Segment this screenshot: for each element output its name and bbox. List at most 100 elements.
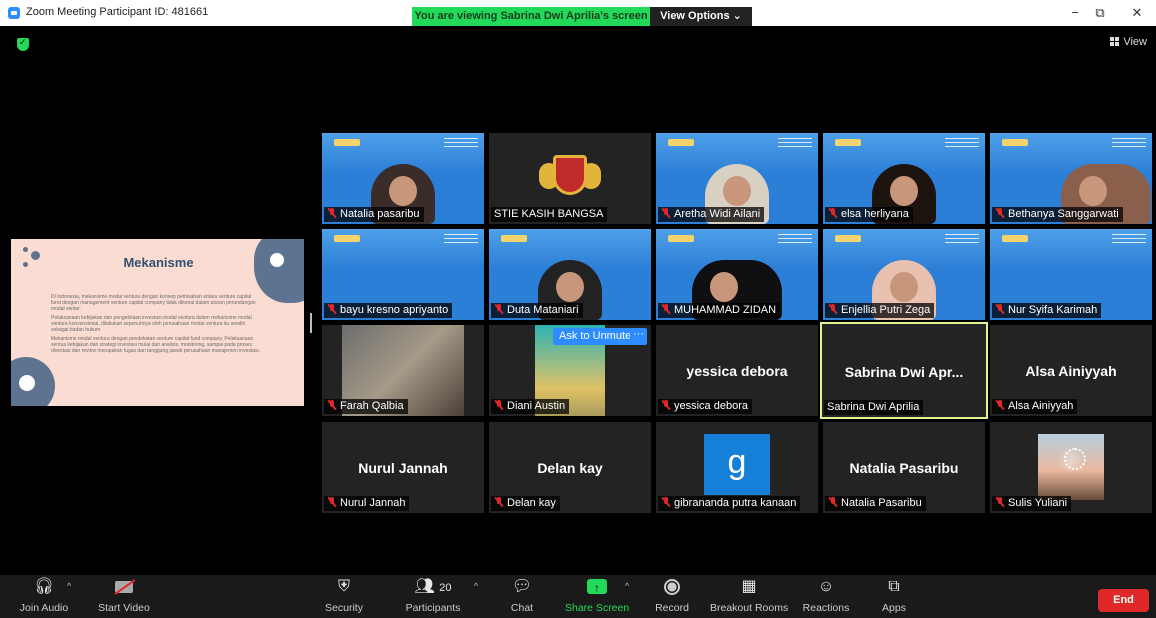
participant-name-label: yessica debora — [658, 399, 752, 414]
participant-tile[interactable]: yessica debora yessica debora — [656, 325, 818, 416]
mic-muted-icon — [661, 304, 670, 314]
mic-muted-icon — [995, 497, 1004, 507]
view-options-button[interactable]: View Options ⌄ — [650, 7, 752, 26]
breakout-rooms-button[interactable]: ▦ Breakout Rooms — [710, 575, 788, 614]
slide-body: Di Indonesia, mekanisme modal ventura de… — [51, 294, 261, 357]
participant-name-label: Sulis Yuliani — [992, 496, 1072, 511]
participant-name-label: Alsa Ainiyyah — [992, 399, 1078, 414]
participant-name-label: Enjellia Putri Zega — [825, 303, 935, 318]
participant-name-label: bayu kresno apriyanto — [324, 303, 453, 318]
mic-muted-icon — [661, 400, 670, 410]
breakout-rooms-icon: ▦ — [741, 578, 757, 595]
participant-display-name: Nurul Jannah — [358, 460, 448, 476]
mic-muted-icon — [995, 304, 1004, 314]
share-options-chevron-icon[interactable]: ^ — [625, 581, 629, 591]
participant-tile[interactable]: Enjellia Putri Zega — [823, 229, 985, 320]
participant-name-label: elsa herliyana — [825, 207, 913, 222]
participant-tile[interactable]: Bethanya Sanggarwati — [990, 133, 1152, 224]
security-button[interactable]: ⛨ Security — [322, 575, 366, 614]
participant-name-label: Nurul Jannah — [324, 496, 410, 511]
participant-tile[interactable]: Ask to Unmute ··· Diani Austin — [489, 325, 651, 416]
mic-muted-icon — [494, 497, 503, 507]
participant-tile[interactable]: Duta Mataniari — [489, 229, 651, 320]
participant-tile[interactable]: Nur Syifa Karimah — [990, 229, 1152, 320]
participant-name-label: Aretha Widi Ailani — [658, 207, 765, 222]
participant-tile[interactable]: Nurul Jannah Nurul Jannah — [322, 422, 484, 513]
reactions-button[interactable]: ☺ Reactions — [802, 575, 850, 614]
end-meeting-button[interactable]: End — [1098, 589, 1149, 612]
participant-tile[interactable]: Natalia Pasaribu Natalia Pasaribu — [823, 422, 985, 513]
audio-options-chevron-icon[interactable]: ^ — [67, 581, 71, 591]
participant-tile-active-speaker[interactable]: Sabrina Dwi Apr... Sabrina Dwi Aprilia — [820, 322, 988, 419]
smiley-icon: ☺ — [817, 578, 835, 595]
participant-display-name: Delan kay — [537, 460, 603, 476]
participant-name-label: Natalia pasaribu — [324, 207, 424, 222]
participant-tile[interactable]: g gibrananda putra kanaan — [656, 422, 818, 513]
participant-tile[interactable]: elsa herliyana — [823, 133, 985, 224]
slide-decoration — [254, 239, 304, 303]
participants-chevron-icon[interactable]: ^ — [474, 581, 478, 591]
start-video-button[interactable]: Start Video — [96, 575, 152, 614]
participant-name-label: Sabrina Dwi Aprilia — [824, 400, 924, 415]
slide-title: Mekanisme — [123, 255, 194, 270]
slide-decoration — [11, 357, 55, 406]
participant-name-label: Nur Syifa Karimah — [992, 303, 1102, 318]
share-screen-icon — [587, 576, 607, 600]
participant-tile[interactable]: STIE KASIH BANGSA — [489, 133, 651, 224]
participant-name-label: Duta Mataniari — [491, 303, 583, 318]
slide-paragraph: Di Indonesia, mekanisme modal ventura de… — [51, 294, 256, 312]
mic-muted-icon — [327, 208, 336, 218]
viewing-screen-banner: You are viewing Sabrina Dwi Aprilia's sc… — [412, 7, 650, 26]
shield-icon: ⛨ — [337, 578, 350, 595]
stie-logo — [537, 145, 603, 209]
participant-display-name: Alsa Ainiyyah — [1025, 363, 1117, 379]
participants-icon: 👥︎ — [414, 578, 435, 595]
participant-name-label: MUHAMMAD ZIDAN — [658, 303, 781, 318]
mic-muted-icon — [327, 497, 336, 507]
participant-tile[interactable]: Alsa Ainiyyah Alsa Ainiyyah — [990, 325, 1152, 416]
view-button[interactable]: View — [1110, 36, 1147, 48]
ask-to-unmute-button[interactable]: Ask to Unmute — [553, 328, 638, 345]
mic-muted-icon — [828, 497, 837, 507]
participant-name-label: Bethanya Sanggarwati — [992, 207, 1123, 222]
zoom-app-icon — [8, 7, 20, 19]
mic-muted-icon — [494, 400, 503, 410]
share-screen-button[interactable]: Share Screen — [565, 575, 629, 614]
join-audio-button[interactable]: 🎧︎ Join Audio — [18, 575, 70, 614]
mic-muted-icon — [828, 208, 837, 218]
participant-name-label: Diani Austin — [491, 399, 570, 414]
split-divider-handle[interactable] — [310, 313, 312, 333]
participants-button[interactable]: 👥︎ 20 Participants — [404, 575, 462, 614]
restore-button[interactable]: ⧉ — [1085, 4, 1115, 22]
view-button-label: View — [1123, 36, 1147, 48]
participant-name-label: Delan kay — [491, 496, 560, 511]
participant-count: 20 — [439, 582, 452, 594]
grid-icon — [1110, 37, 1120, 46]
encryption-shield-icon[interactable] — [17, 37, 29, 51]
headphones-icon: 🎧︎ — [33, 578, 55, 595]
participant-tile[interactable]: Natalia pasaribu — [322, 133, 484, 224]
chat-button[interactable]: 💬︎ Chat — [507, 575, 537, 614]
more-options-button[interactable]: ··· — [630, 328, 647, 345]
record-button[interactable]: Record — [654, 575, 690, 614]
window-title: Zoom Meeting Participant ID: 481661 — [26, 6, 209, 18]
shared-screen[interactable]: Mekanisme Di Indonesia, mekanisme modal … — [11, 239, 304, 406]
participant-name-label: Natalia Pasaribu — [825, 496, 926, 511]
apps-button[interactable]: ⧉ Apps — [878, 575, 910, 614]
slide-paragraph: Pelaksanaan kebijakan dan pengelolaan in… — [51, 315, 252, 333]
apps-icon: ⧉ — [888, 578, 900, 595]
avatar: g — [704, 434, 770, 495]
mic-muted-icon — [327, 400, 336, 410]
participant-tile[interactable]: Aretha Widi Ailani — [656, 133, 818, 224]
close-button[interactable]: ✕ — [1122, 4, 1152, 22]
participant-tile[interactable]: bayu kresno apriyanto — [322, 229, 484, 320]
participant-tile[interactable]: Delan kay Delan kay — [489, 422, 651, 513]
mic-muted-icon — [661, 208, 670, 218]
slide-paragraph: Mekanisme modal ventura dengan pendekata… — [51, 336, 261, 354]
participant-display-name: yessica debora — [686, 363, 788, 379]
participant-tile[interactable]: Farah Qalbia — [322, 325, 484, 416]
participant-display-name: Natalia Pasaribu — [849, 460, 959, 476]
record-icon — [664, 578, 680, 595]
participant-tile[interactable]: Sulis Yuliani — [990, 422, 1152, 513]
participant-tile[interactable]: MUHAMMAD ZIDAN — [656, 229, 818, 320]
